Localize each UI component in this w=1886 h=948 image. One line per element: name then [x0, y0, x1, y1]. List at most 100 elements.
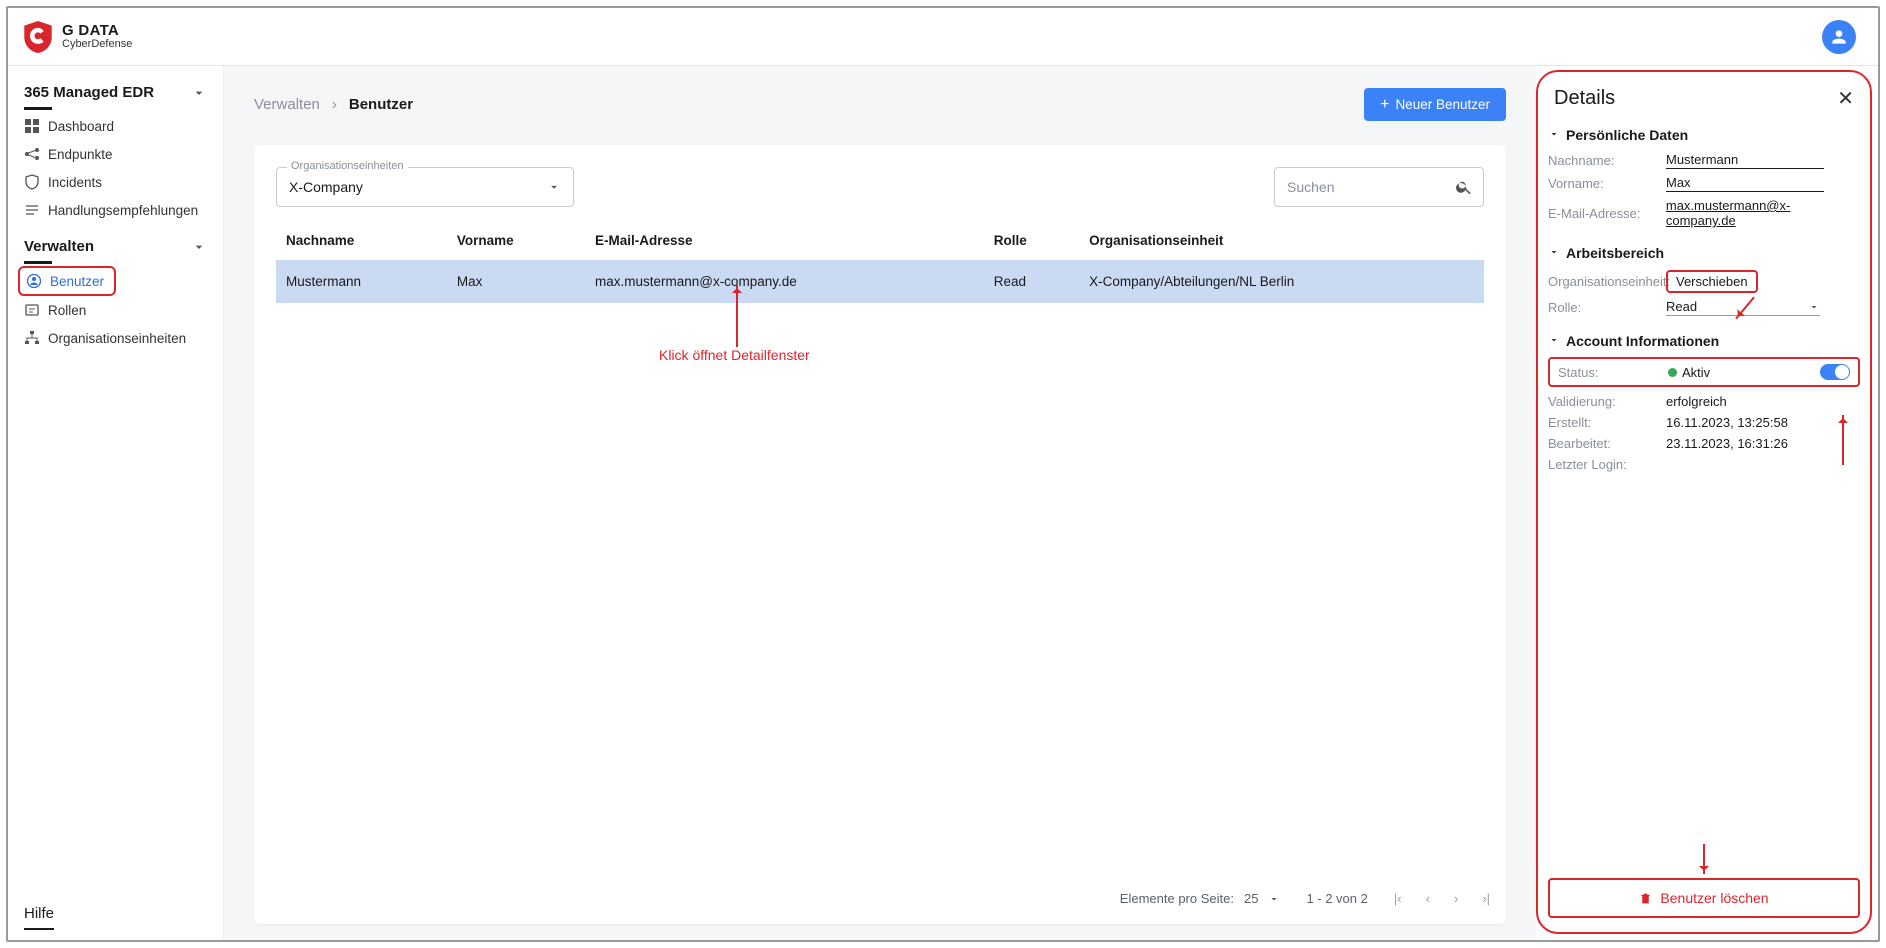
dropdown-icon[interactable] [1268, 893, 1280, 905]
search-box[interactable] [1274, 167, 1484, 207]
value-created: 16.11.2023, 13:25:58 [1666, 415, 1788, 430]
page-next-icon[interactable]: › [1454, 891, 1458, 906]
label-vorname: Vorname: [1548, 176, 1666, 191]
value-vorname[interactable]: Max [1666, 175, 1824, 192]
page-range: 1 - 2 von 2 [1306, 891, 1367, 906]
col-nachname[interactable]: Nachname [276, 221, 447, 260]
section-personal-toggle[interactable]: Persönliche Daten [1548, 121, 1860, 149]
label-orgunit: Organisationseinheit: [1548, 274, 1666, 289]
status-dot-icon [1668, 368, 1677, 377]
col-rolle[interactable]: Rolle [984, 221, 1079, 260]
sidebar-manage-label: Verwalten [24, 238, 94, 255]
status-toggle[interactable] [1820, 364, 1850, 380]
orgunits-icon [24, 330, 40, 346]
sidebar-item-incidents[interactable]: Incidents [18, 168, 223, 196]
annotation-arrow-icon [1842, 415, 1844, 465]
sidebar-item-label: Benutzer [50, 274, 104, 289]
sidebar-item-users-highlight: Benutzer [18, 266, 116, 296]
breadcrumb: Verwalten › Benutzer [254, 96, 413, 113]
value-status: Aktiv [1682, 365, 1710, 380]
close-icon[interactable]: ✕ [1837, 86, 1854, 111]
sidebar-item-label: Endpunkte [48, 147, 113, 162]
col-vorname[interactable]: Vorname [447, 221, 585, 260]
chevron-down-icon [191, 239, 207, 255]
breadcrumb-current: Benutzer [349, 96, 413, 113]
status-row: Status: Aktiv [1548, 357, 1860, 387]
cell-nachname: Mustermann [276, 260, 447, 303]
sidebar-manage-toggle[interactable]: Verwalten [24, 232, 207, 261]
sidebar-item-dashboard[interactable]: Dashboard [18, 112, 223, 140]
delete-user-label: Benutzer löschen [1660, 890, 1768, 906]
sidebar-item-label: Rollen [48, 303, 86, 318]
sidebar-item-endpoints[interactable]: Endpunkte [18, 140, 223, 168]
details-title: Details [1554, 87, 1615, 110]
search-input[interactable] [1285, 178, 1435, 196]
sidebar-manage-items: Benutzer Rollen Organisationseinheiten [8, 266, 223, 360]
brand-logo: G DATA CyberDefense [24, 21, 132, 53]
cell-org: X-Company/Abteilungen/NL Berlin [1079, 260, 1484, 303]
table-header-row: Nachname Vorname E-Mail-Adresse Rolle Or… [276, 221, 1484, 260]
label-validation: Validierung: [1548, 394, 1666, 409]
new-user-button-label: Neuer Benutzer [1395, 97, 1490, 112]
page-prev-icon[interactable]: ‹ [1426, 891, 1430, 906]
annotation-arrow-icon [1703, 844, 1705, 874]
brand-subline: CyberDefense [62, 39, 132, 51]
search-icon [1455, 178, 1473, 196]
sidebar-item-label: Dashboard [48, 119, 114, 134]
col-org[interactable]: Organisationseinheit [1079, 221, 1484, 260]
label-nachname: Nachname: [1548, 153, 1666, 168]
sidebar-product-label: 365 Managed EDR [24, 84, 154, 101]
label-edited: Bearbeitet: [1548, 436, 1666, 451]
chevron-down-icon [191, 85, 207, 101]
org-unit-select-value: X-Company [289, 179, 363, 195]
role-value: Read [1666, 299, 1697, 314]
section-workspace-toggle[interactable]: Arbeitsbereich [1548, 239, 1860, 267]
annotation-arrow-icon [736, 285, 738, 347]
chevron-right-icon: › [332, 96, 337, 113]
org-unit-select[interactable]: Organisationseinheiten X-Company [276, 167, 574, 207]
sidebar-main-items: Dashboard Endpunkte Incidents Handlungse… [8, 112, 223, 232]
per-page-value[interactable]: 25 [1244, 891, 1258, 906]
label-status: Status: [1558, 365, 1660, 380]
label-created: Erstellt: [1548, 415, 1666, 430]
details-panel: Details ✕ Persönliche Daten Nachname:Mus… [1536, 70, 1872, 934]
move-orgunit-button[interactable]: Verschieben [1666, 270, 1758, 293]
sidebar-item-label: Incidents [48, 175, 102, 190]
value-email[interactable]: max.mustermann@x-company.de [1666, 198, 1860, 228]
recommendations-icon [24, 202, 40, 218]
value-validation: erfolgreich [1666, 394, 1727, 409]
sidebar-item-users[interactable]: Benutzer [20, 268, 114, 294]
label-email: E-Mail-Adresse: [1548, 206, 1666, 221]
value-edited: 23.11.2023, 16:31:26 [1666, 436, 1788, 451]
cell-rolle: Read [984, 260, 1079, 303]
page-first-icon[interactable]: |‹ [1394, 891, 1402, 906]
top-bar: G DATA CyberDefense [8, 8, 1878, 66]
user-icon [26, 273, 42, 289]
trash-icon [1639, 892, 1652, 905]
dashboard-icon [24, 118, 40, 134]
main-area: Verwalten › Benutzer + Neuer Benutzer Or… [224, 66, 1536, 940]
sidebar-item-recommendations[interactable]: Handlungsempfehlungen [18, 196, 223, 224]
sidebar-product-toggle[interactable]: 365 Managed EDR [24, 78, 207, 107]
roles-icon [24, 302, 40, 318]
table-row[interactable]: Mustermann Max max.mustermann@x-company.… [276, 260, 1484, 303]
dropdown-icon [1808, 301, 1820, 313]
cell-email: max.mustermann@x-company.de [585, 260, 984, 303]
chevron-down-icon [1548, 127, 1560, 143]
section-account-toggle[interactable]: Account Informationen [1548, 327, 1860, 355]
chevron-down-icon [1548, 333, 1560, 349]
sidebar-item-label: Organisationseinheiten [48, 331, 186, 346]
value-nachname[interactable]: Mustermann [1666, 152, 1824, 169]
breadcrumb-root[interactable]: Verwalten [254, 96, 320, 113]
annotation-click-text: Klick öffnet Detailfenster [659, 347, 810, 363]
delete-user-button[interactable]: Benutzer löschen [1548, 878, 1860, 918]
col-email[interactable]: E-Mail-Adresse [585, 221, 984, 260]
sidebar-help[interactable]: Hilfe [24, 899, 207, 928]
page-last-icon[interactable]: ›| [1482, 891, 1490, 906]
sidebar-item-label: Handlungsempfehlungen [48, 203, 198, 218]
users-table: Nachname Vorname E-Mail-Adresse Rolle Or… [276, 221, 1484, 303]
user-avatar[interactable] [1822, 20, 1856, 54]
sidebar-item-roles[interactable]: Rollen [18, 296, 223, 324]
sidebar-item-orgunits[interactable]: Organisationseinheiten [18, 324, 223, 352]
new-user-button[interactable]: + Neuer Benutzer [1364, 88, 1506, 121]
